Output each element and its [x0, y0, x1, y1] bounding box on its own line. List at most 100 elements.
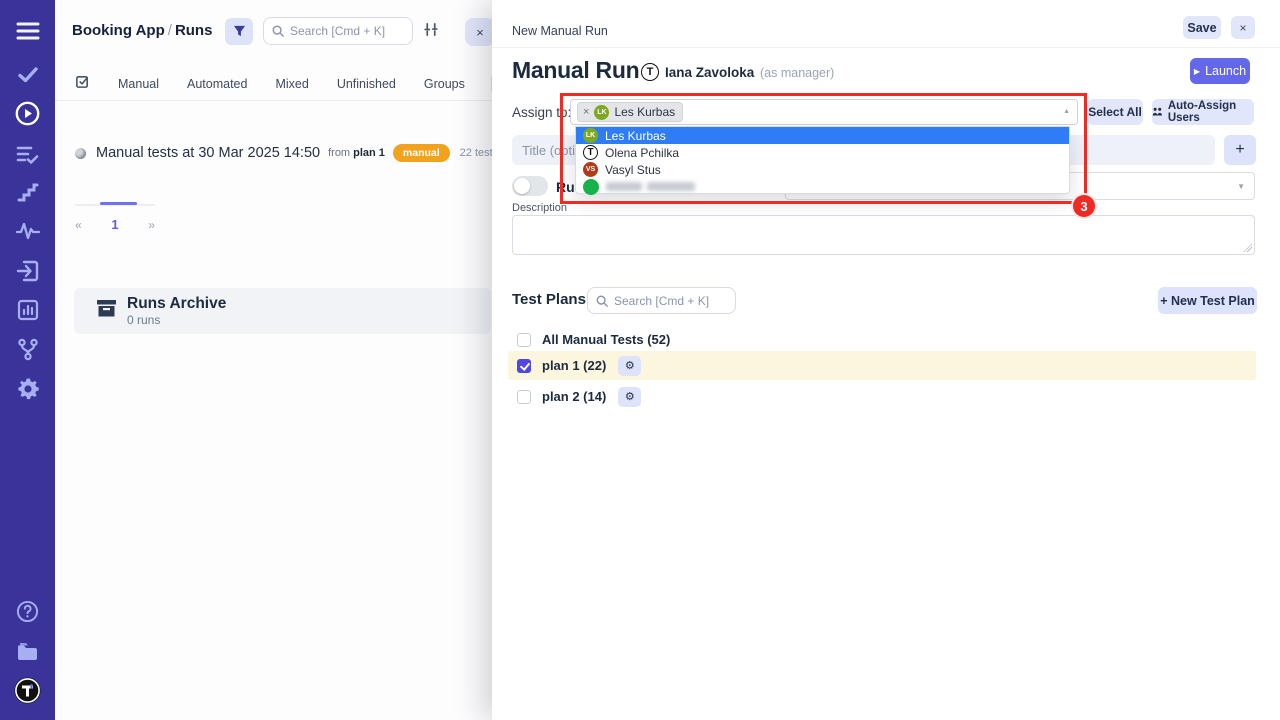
panel-close-button[interactable]: ×	[465, 18, 495, 46]
archive-icon	[96, 299, 117, 323]
chip-remove-icon[interactable]: ×	[583, 106, 589, 118]
manager-role-suffix: (as manager)	[760, 66, 834, 80]
tab-mixed[interactable]: Mixed	[275, 77, 308, 91]
option-name: Les Kurbas	[605, 129, 666, 143]
new-manual-run-modal: New Manual Run Save × Manual Run T Iana …	[492, 0, 1280, 720]
pagination-prev[interactable]: «	[75, 218, 82, 232]
funnel-icon	[233, 25, 246, 38]
app-sidebar	[0, 0, 55, 720]
dropdown-option-les-kurbas[interactable]: LK Les Kurbas	[576, 127, 1069, 144]
plus-icon: +	[1235, 141, 1244, 159]
resize-grip[interactable]	[1243, 243, 1252, 252]
chip-name: Les Kurbas	[614, 105, 675, 119]
dropdown-option-redacted[interactable]	[576, 178, 1069, 195]
play-icon: ▶	[1194, 67, 1200, 76]
launch-button[interactable]: ▶ Launch	[1190, 58, 1250, 84]
select-all-button[interactable]: Select All	[1087, 99, 1143, 125]
runs-search-input[interactable]: Search [Cmd + K]	[263, 17, 413, 45]
run-type-badge: manual	[393, 144, 450, 162]
plan-row-plan-2[interactable]: plan 2 (14) ⚙	[508, 382, 1256, 411]
assignee-chip: × LK Les Kurbas	[577, 102, 683, 122]
checkbox-unchecked[interactable]	[517, 390, 531, 404]
plan-row-all-manual-tests[interactable]: All Manual Tests (52)	[508, 325, 1256, 354]
redacted-name	[606, 182, 695, 191]
assign-to-label: Assign to:	[512, 105, 571, 120]
runs-archive-card[interactable]: Runs Archive 0 runs	[74, 288, 491, 334]
plan-label[interactable]: All Manual Tests (52)	[542, 332, 670, 347]
search-icon	[272, 25, 284, 37]
archive-title: Runs Archive	[127, 295, 226, 313]
adjustments-icon[interactable]	[423, 22, 439, 42]
select-runs-icon[interactable]	[75, 74, 90, 94]
option-name: Olena Pchilka	[605, 146, 679, 160]
play-circle-icon[interactable]	[0, 100, 55, 126]
description-label: Description	[512, 202, 567, 214]
assignee-multiselect[interactable]: × LK Les Kurbas ▲	[570, 99, 1078, 125]
search-placeholder: Search [Cmd + K]	[614, 294, 709, 308]
gear-icon[interactable]	[0, 375, 55, 403]
avatar: LK	[583, 128, 598, 143]
annotation-step-badge: 3	[1073, 195, 1095, 217]
avatar: VS	[583, 162, 598, 177]
close-icon: ×	[1239, 21, 1246, 35]
import-icon[interactable]	[0, 258, 55, 284]
folder-icon[interactable]	[0, 638, 55, 664]
tab-manual[interactable]: Manual	[118, 77, 159, 91]
run-title[interactable]: Manual tests at 30 Mar 2025 14:50	[96, 145, 320, 161]
run-toggle[interactable]	[512, 176, 548, 196]
dropdown-option-olena-pchilka[interactable]: T Olena Pchilka	[576, 144, 1069, 161]
run-list-item[interactable]: Manual tests at 30 Mar 2025 14:50 from p…	[75, 140, 485, 166]
filter-button[interactable]	[225, 18, 253, 45]
checkbox-checked[interactable]	[517, 359, 531, 373]
pagination-next[interactable]: »	[148, 218, 155, 232]
plan-row-plan-1[interactable]: plan 1 (22) ⚙	[508, 351, 1256, 380]
pulse-icon[interactable]	[0, 219, 55, 243]
auto-assign-users-button[interactable]: Auto-Assign Users	[1152, 99, 1254, 125]
auto-assign-label: Auto-Assign Users	[1168, 100, 1254, 124]
modal-close-button[interactable]: ×	[1231, 16, 1255, 39]
list-check-icon[interactable]	[0, 141, 55, 167]
dropdown-option-vasyl-stus[interactable]: VS Vasyl Stus	[576, 161, 1069, 178]
manager-name: Iana Zavoloka	[665, 65, 754, 80]
run-from-label: from	[328, 147, 350, 159]
tab-automated[interactable]: Automated	[187, 77, 247, 91]
pagination-thumb[interactable]	[100, 202, 137, 205]
steps-icon[interactable]	[0, 181, 55, 205]
avatar	[583, 179, 599, 195]
plan-label[interactable]: plan 1 (22)	[542, 358, 606, 373]
menu-icon[interactable]	[0, 18, 55, 44]
test-plans-heading: Test Plans	[512, 291, 586, 308]
gear-icon: ⚙	[625, 390, 635, 403]
breadcrumb: Booking App/Runs	[72, 22, 212, 39]
help-icon[interactable]	[0, 598, 55, 624]
run-plan-name[interactable]: plan 1	[353, 147, 385, 159]
chevron-down-icon: ▼	[1237, 182, 1245, 191]
users-icon	[1152, 106, 1163, 118]
save-button[interactable]: Save	[1183, 16, 1221, 39]
divider	[492, 47, 1280, 48]
close-icon: ×	[476, 25, 484, 40]
divider	[55, 100, 492, 101]
breadcrumb-project[interactable]: Booking App	[72, 22, 165, 39]
test-plans-search-input[interactable]: Search [Cmd + K]	[587, 287, 736, 314]
run-status-icon	[75, 148, 86, 159]
pagination-page-1[interactable]: 1	[111, 217, 118, 232]
app-root: Booking App/Runs Search [Cmd + K] × Manu…	[0, 0, 1280, 720]
checkbox-unchecked[interactable]	[517, 333, 531, 347]
check-icon[interactable]	[0, 62, 55, 88]
tab-unfinished[interactable]: Unfinished	[337, 77, 396, 91]
tab-groups[interactable]: Groups	[424, 77, 465, 91]
add-title-button[interactable]: +	[1224, 135, 1256, 165]
branch-icon[interactable]	[0, 336, 55, 362]
new-test-plan-button[interactable]: + New Test Plan	[1158, 287, 1257, 314]
breadcrumb-separator: /	[165, 22, 175, 39]
plan-settings-button[interactable]: ⚙	[618, 387, 641, 407]
description-textarea[interactable]	[512, 215, 1255, 255]
avatar: LK	[594, 105, 609, 120]
plan-label[interactable]: plan 2 (14)	[542, 389, 606, 404]
manager-avatar: T	[641, 63, 659, 81]
testomat-logo[interactable]	[0, 676, 55, 704]
plan-settings-button[interactable]: ⚙	[618, 356, 641, 376]
launch-label: Launch	[1205, 64, 1246, 78]
bar-chart-icon[interactable]	[0, 297, 55, 323]
